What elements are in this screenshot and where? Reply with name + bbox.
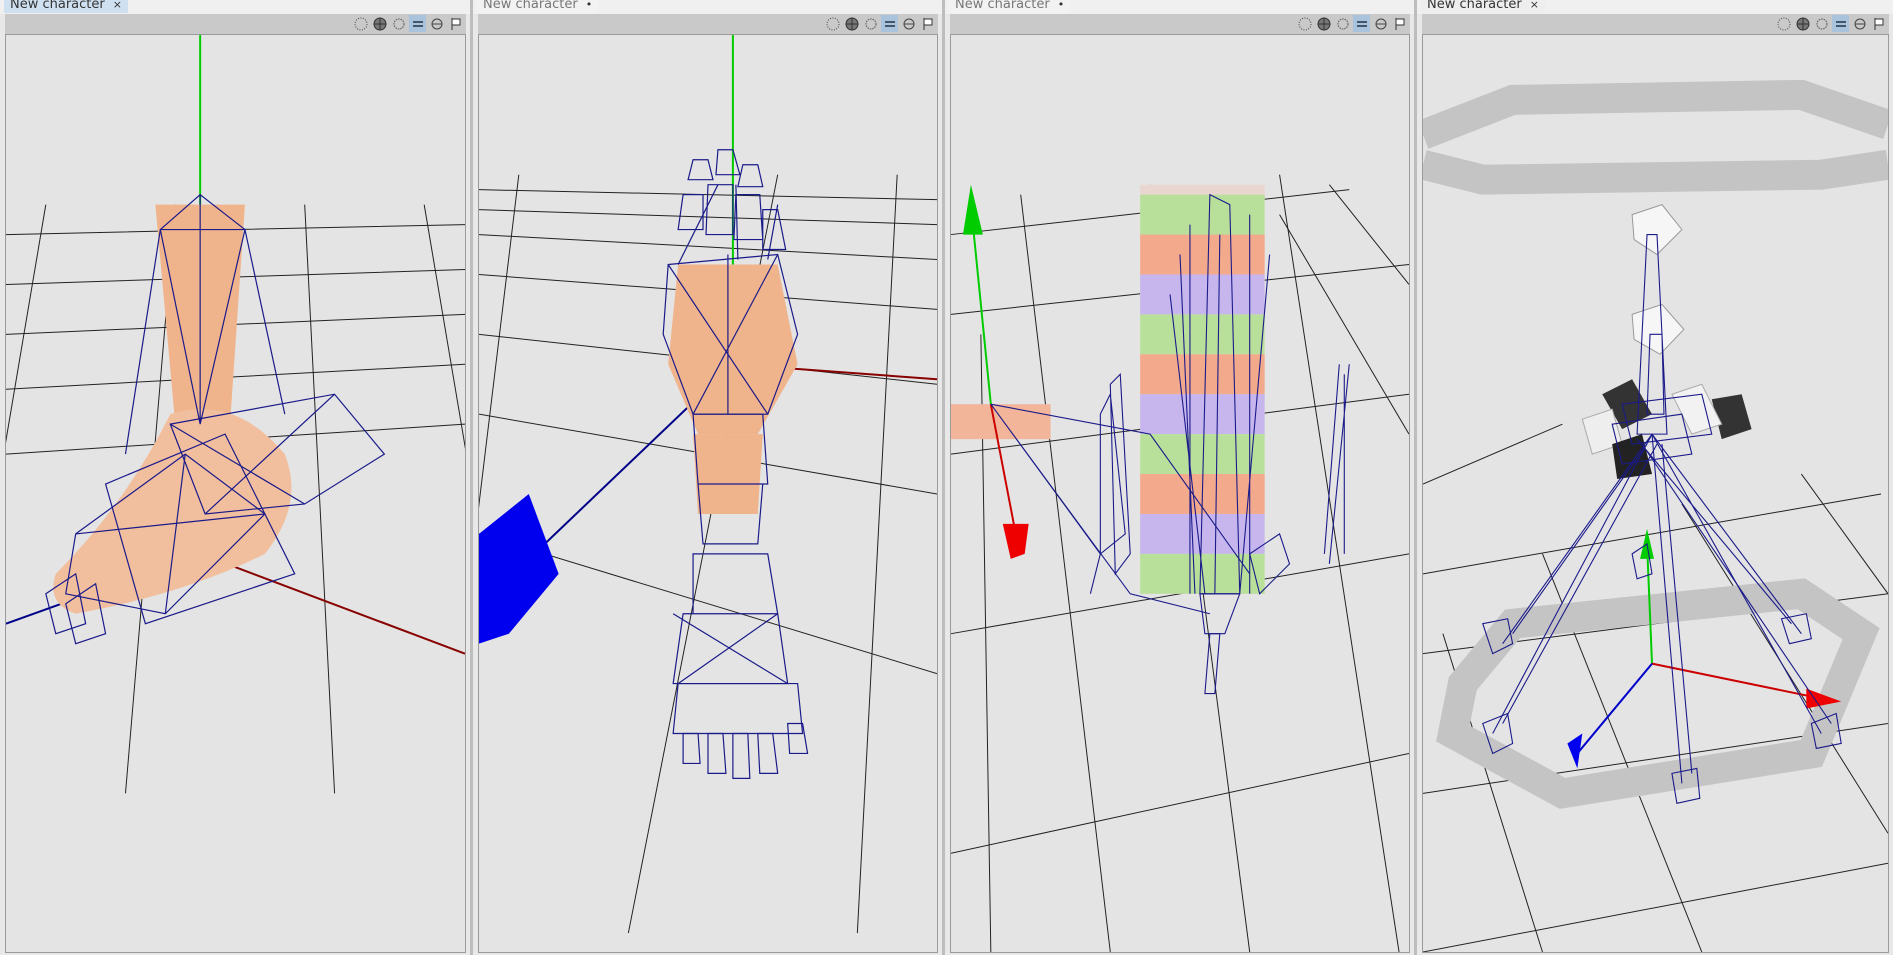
capsule-icon[interactable]	[1372, 15, 1389, 32]
tab-bar: New character •	[473, 0, 942, 14]
bone-icon[interactable]	[1353, 15, 1370, 32]
tab-new-character-2[interactable]: New character •	[477, 0, 599, 13]
viewport-pane-hand: New character •	[473, 0, 942, 955]
bone-icon[interactable]	[409, 15, 426, 32]
gear-dots-icon[interactable]	[1813, 15, 1830, 32]
dice-blocks	[1581, 204, 1752, 480]
arm-mesh	[668, 264, 798, 514]
gear-dots-icon[interactable]	[390, 15, 407, 32]
flag-icon[interactable]	[1870, 15, 1887, 32]
tab-new-character-1[interactable]: New character ×	[4, 0, 128, 13]
viewport-pane-foot: New character ×	[0, 0, 470, 955]
viewport-pane-dice: New character ×	[1417, 0, 1893, 955]
flag-icon[interactable]	[919, 15, 936, 32]
shadow-rings	[1423, 79, 1888, 809]
foot-scene	[6, 35, 465, 794]
x-axis-handle[interactable]	[1002, 523, 1029, 559]
points-icon[interactable]	[1296, 15, 1313, 32]
tower-scene	[951, 174, 1409, 952]
wireframe-sphere-icon[interactable]	[1794, 15, 1811, 32]
wireframe-sphere-icon[interactable]	[843, 15, 860, 32]
z-axis-handle[interactable]	[479, 493, 559, 644]
gear-dots-icon[interactable]	[1334, 15, 1351, 32]
bone-icon[interactable]	[881, 15, 898, 32]
x-axis	[1651, 662, 1822, 700]
tab-modified-icon[interactable]: •	[1058, 0, 1065, 11]
tab-new-character-3[interactable]: New character •	[949, 0, 1071, 13]
tab-bar: New character •	[945, 0, 1414, 14]
gear-dots-icon[interactable]	[862, 15, 879, 32]
dice-scene	[1423, 79, 1888, 952]
3d-viewport-tower[interactable]	[950, 34, 1410, 953]
viewport-toolbar	[5, 14, 466, 35]
3d-viewport-foot[interactable]	[5, 34, 466, 953]
tab-bar: New character ×	[1417, 0, 1893, 14]
viewport-pane-tower: New character •	[945, 0, 1414, 955]
tab-label: New character	[1427, 0, 1522, 12]
capsule-icon[interactable]	[900, 15, 917, 32]
tab-label: New character	[955, 0, 1050, 12]
z-axis	[1576, 662, 1653, 755]
wireframe-sphere-icon[interactable]	[1315, 15, 1332, 32]
points-icon[interactable]	[824, 15, 841, 32]
ground-grid	[1423, 423, 1888, 952]
wireframe-sphere-icon[interactable]	[371, 15, 388, 32]
points-icon[interactable]	[352, 15, 369, 32]
hand-scene	[479, 35, 937, 934]
viewport-toolbar	[1422, 14, 1889, 35]
3d-viewport-hand[interactable]	[478, 34, 938, 953]
viewport-toolbar	[478, 14, 938, 35]
tab-bar: New character ×	[0, 0, 470, 14]
y-axis-arrow[interactable]	[962, 184, 983, 235]
close-tab-icon[interactable]: ×	[113, 0, 122, 11]
capsule-icon[interactable]	[1851, 15, 1868, 32]
x-axis	[199, 552, 465, 655]
3d-viewport-dice[interactable]	[1422, 34, 1889, 953]
flag-icon[interactable]	[447, 15, 464, 32]
bone-icon[interactable]	[1832, 15, 1849, 32]
close-tab-icon[interactable]: ×	[1530, 0, 1539, 11]
capsule-icon[interactable]	[428, 15, 445, 32]
tab-modified-icon[interactable]: •	[586, 0, 593, 11]
points-icon[interactable]	[1775, 15, 1792, 32]
tab-label: New character	[10, 0, 105, 12]
tab-label: New character	[483, 0, 578, 12]
viewport-toolbar	[950, 14, 1410, 35]
tab-new-character-4[interactable]: New character ×	[1421, 0, 1545, 13]
flag-icon[interactable]	[1391, 15, 1408, 32]
